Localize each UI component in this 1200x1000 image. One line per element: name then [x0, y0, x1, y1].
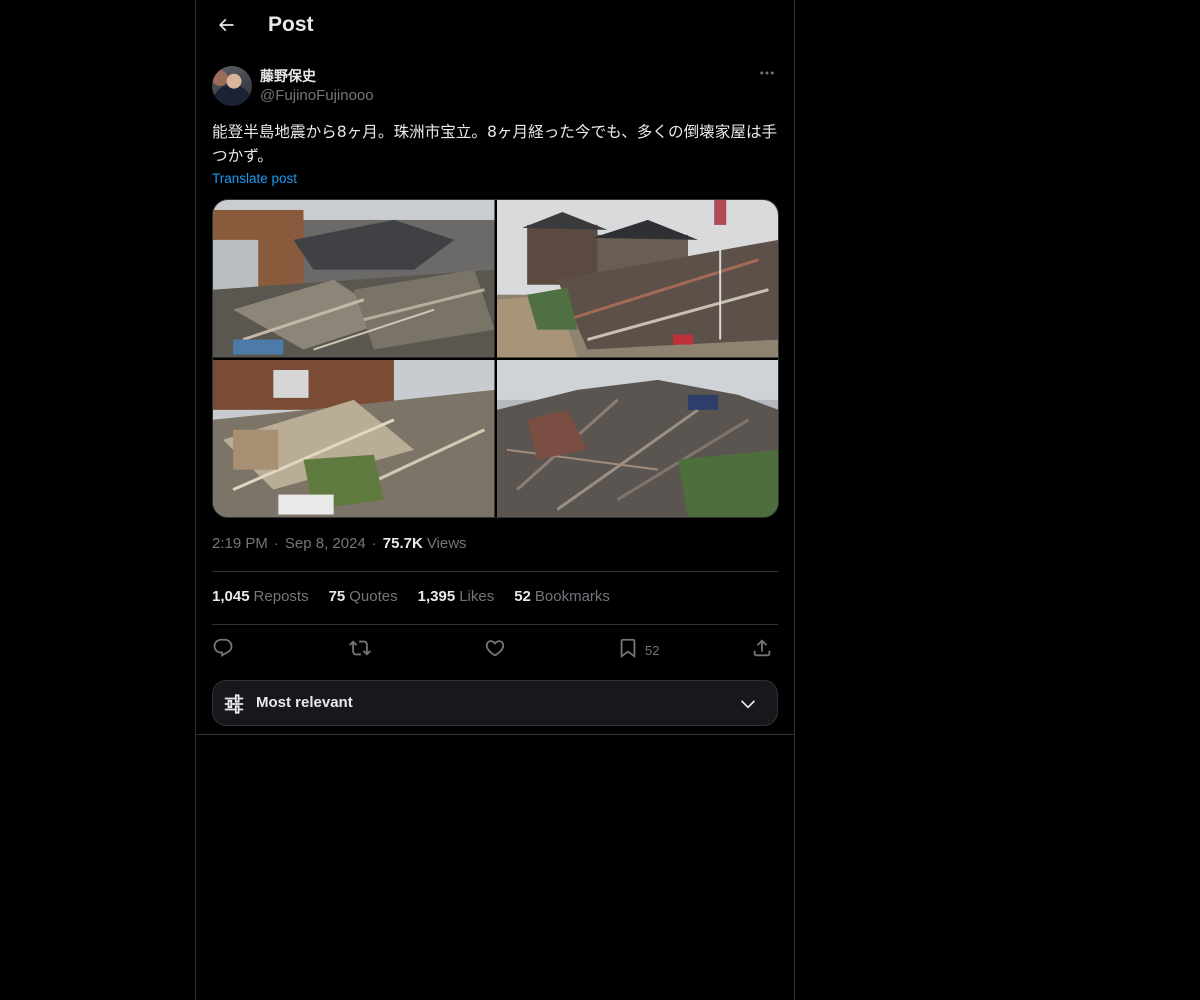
post-actions: 52 [212, 634, 778, 666]
meta-separator: · [273, 535, 279, 552]
post-photo-2[interactable] [496, 200, 778, 358]
post-media-grid [212, 199, 779, 518]
likes-label: Likes [459, 588, 495, 605]
quotes-count: 75 [328, 588, 346, 605]
post-photo-1[interactable] [213, 200, 495, 358]
likes-count: 1,395 [417, 588, 456, 605]
post-meta: 2:19 PM · Sep 8, 2024 · 75.7K Views [212, 535, 467, 552]
reply-sort-dropdown[interactable]: Most relevant [212, 680, 778, 726]
more-options-button[interactable] [756, 64, 778, 86]
bookmark-button[interactable]: 52 [617, 634, 659, 666]
reposts-count: 1,045 [212, 588, 250, 605]
post-photo-3[interactable] [213, 359, 495, 517]
divider [196, 734, 794, 735]
reply-button[interactable] [212, 634, 234, 666]
share-button[interactable] [751, 634, 773, 666]
likes-stat[interactable]: 1,395 Likes [418, 588, 495, 605]
reposts-label: Reposts [253, 588, 309, 605]
arrow-left-icon [216, 15, 236, 39]
views-label: Views [426, 535, 467, 552]
translate-post-link[interactable]: Translate post [212, 171, 297, 186]
reply-icon [212, 637, 234, 663]
sort-label: Most relevant [256, 694, 353, 711]
repost-button[interactable] [349, 634, 371, 666]
sliders-icon [223, 693, 245, 719]
heart-icon [484, 637, 506, 663]
page-header: Post [196, 0, 794, 54]
bookmarks-count: 52 [514, 588, 531, 605]
bookmark-icon [617, 637, 639, 663]
chevron-down-icon [737, 694, 759, 718]
author-name[interactable]: 藤野保史 [260, 66, 316, 86]
post-author: 藤野保史 @FujinoFujinooo [212, 64, 778, 108]
post-detail-column: Post 藤野保史 @FujinoFujinooo 能登半島地震から8ヶ月。珠洲… [195, 0, 795, 1000]
quotes-stat[interactable]: 75 Quotes [329, 588, 398, 605]
share-icon [751, 637, 773, 663]
back-button[interactable] [208, 9, 244, 45]
bookmark-count: 52 [645, 642, 660, 658]
views-count: 75.7K [382, 535, 423, 552]
post-photo-4[interactable] [496, 359, 778, 517]
author-handle[interactable]: @FujinoFujinooo [260, 87, 374, 104]
more-horizontal-icon [758, 64, 776, 86]
meta-separator: · [371, 535, 377, 552]
repost-icon [349, 637, 371, 663]
reposts-stat[interactable]: 1,045 Reposts [212, 588, 309, 605]
divider [212, 571, 778, 572]
post-text: 能登半島地震から8ヶ月。珠洲市宝立。8ヶ月経った今でも、多くの倒壊家屋は手つかず… [212, 123, 778, 165]
post-time[interactable]: 2:19 PM [212, 535, 268, 552]
avatar[interactable] [212, 66, 252, 106]
divider [212, 624, 778, 625]
quotes-label: Quotes [349, 588, 398, 605]
post-date[interactable]: Sep 8, 2024 [285, 535, 366, 552]
bookmarks-stat[interactable]: 52 Bookmarks [514, 588, 610, 605]
bookmarks-label: Bookmarks [534, 588, 610, 605]
like-button[interactable] [484, 634, 506, 666]
post-stats: 1,045 Reposts 75 Quotes 1,395 Likes 52 Bookm… [212, 588, 630, 605]
page-title: Post [268, 13, 314, 36]
